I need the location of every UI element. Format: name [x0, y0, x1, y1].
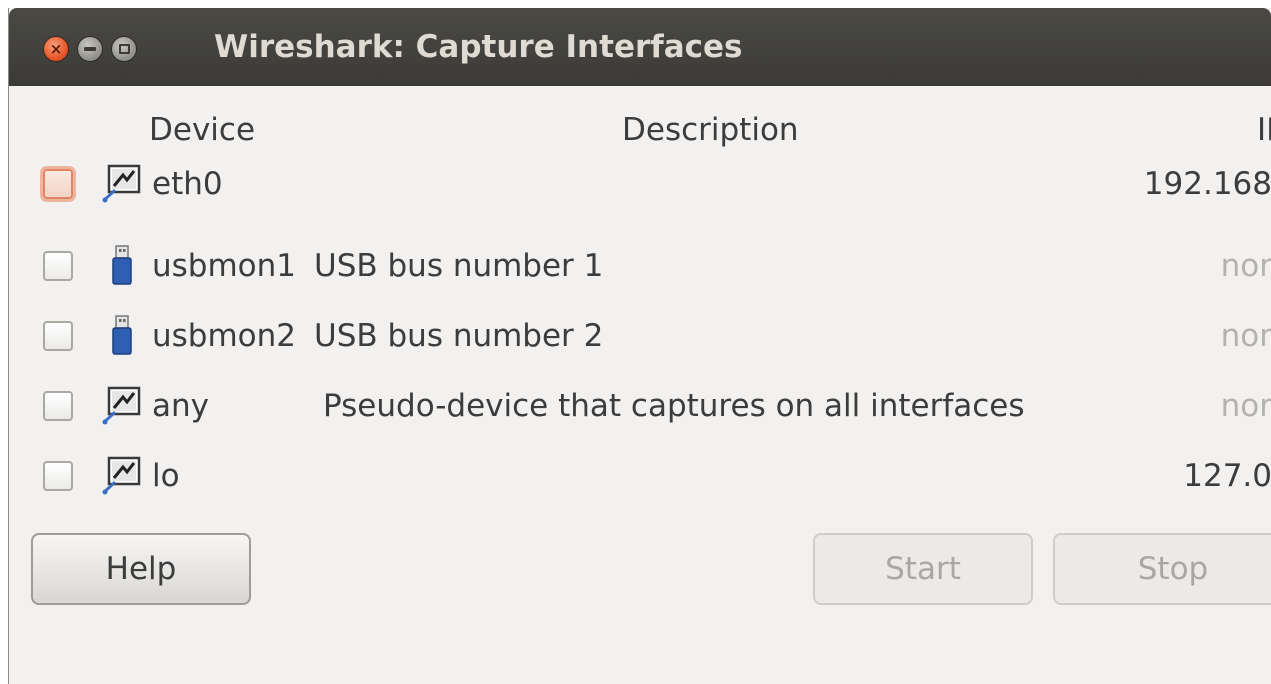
minimize-window-button[interactable]	[77, 36, 103, 62]
interface-description: Pseudo-device that captures on all inter…	[323, 388, 1025, 424]
network-interface-icon	[101, 162, 143, 204]
maximize-window-button[interactable]	[111, 36, 137, 62]
column-header-ip: IP	[1257, 112, 1271, 148]
interface-device-name: usbmon1	[152, 248, 297, 284]
interface-checkbox[interactable]	[43, 391, 73, 421]
maximize-icon	[118, 44, 130, 54]
interface-row[interactable]: usbmon2 USB bus number 2 nor	[9, 308, 1271, 368]
window-title: Wireshark: Capture Interfaces	[214, 29, 743, 65]
column-header-device: Device	[149, 112, 256, 148]
column-header-description: Description	[622, 112, 799, 148]
minimize-icon	[84, 47, 96, 51]
interface-ip: nor	[1220, 318, 1271, 354]
interfaces-panel: Device Description IP eth0 192.168 usbmon1…	[9, 86, 1271, 684]
interface-ip: 127.0	[1183, 458, 1271, 494]
close-icon: ×	[49, 39, 63, 58]
help-button[interactable]: Help	[31, 533, 251, 605]
stop-button[interactable]: Stop	[1053, 533, 1271, 605]
interface-ip: nor	[1220, 388, 1271, 424]
interface-description: USB bus number 2	[314, 318, 604, 354]
interface-ip: 192.168	[1143, 166, 1271, 202]
title-bar: × Wireshark: Capture Interfaces	[9, 8, 1271, 86]
interface-ip: nor	[1220, 248, 1271, 284]
interface-row[interactable]: lo 127.0	[9, 448, 1271, 508]
interface-row[interactable]: any Pseudo-device that captures on all in…	[9, 378, 1271, 438]
interface-device-name: lo	[152, 458, 180, 494]
interface-device-name: any	[152, 388, 209, 424]
start-button[interactable]: Start	[813, 533, 1033, 605]
interface-row[interactable]: eth0 192.168	[9, 156, 1271, 216]
interface-device-name: eth0	[152, 166, 223, 202]
network-interface-icon	[101, 454, 143, 496]
usb-drive-icon	[101, 314, 143, 356]
close-window-button[interactable]: ×	[43, 36, 69, 62]
network-interface-icon	[101, 384, 143, 426]
interface-description: USB bus number 1	[314, 248, 604, 284]
interface-device-name: usbmon2	[152, 318, 297, 354]
interface-row[interactable]: usbmon1 USB bus number 1 nor	[9, 238, 1271, 298]
interface-checkbox[interactable]	[43, 169, 73, 199]
interface-checkbox[interactable]	[43, 461, 73, 491]
capture-interfaces-window: × Wireshark: Capture Interfaces Device D…	[8, 8, 1271, 684]
interface-checkbox[interactable]	[43, 251, 73, 281]
interface-checkbox[interactable]	[43, 321, 73, 351]
usb-drive-icon	[101, 244, 143, 286]
